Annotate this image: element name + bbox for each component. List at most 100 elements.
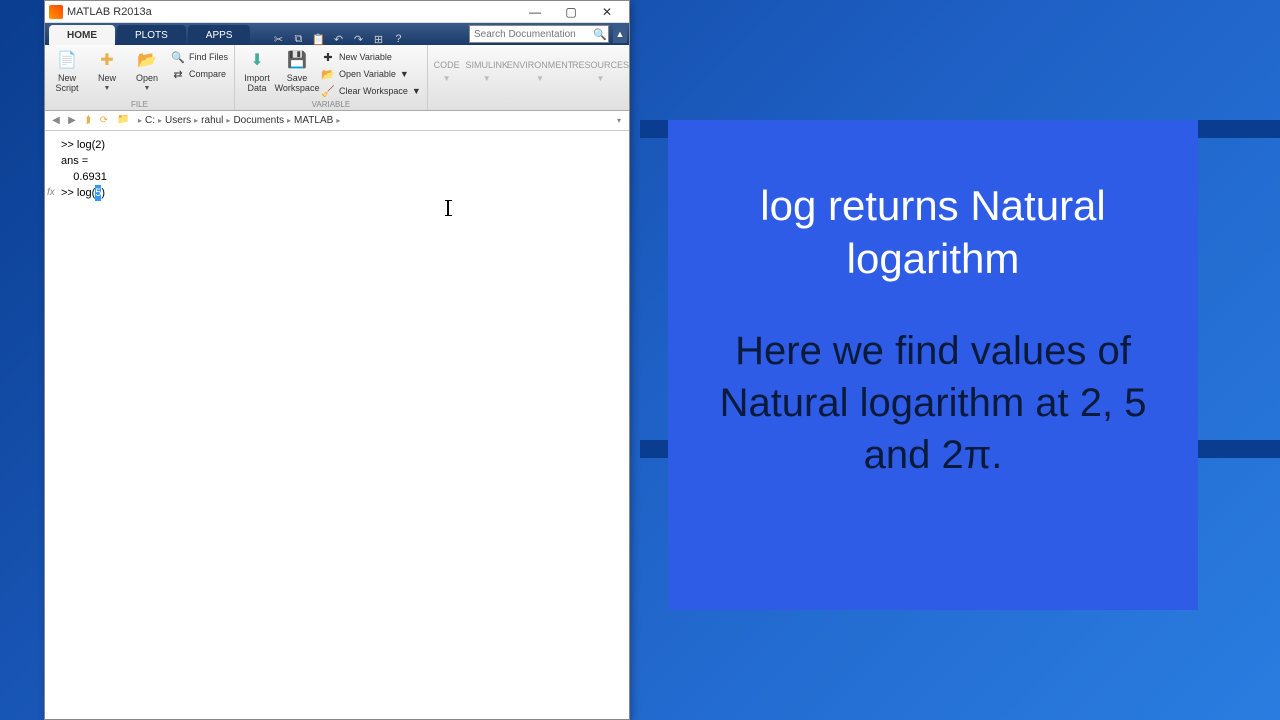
tab-apps[interactable]: APPS xyxy=(188,25,251,45)
command-window[interactable]: >> log(2) ans = 0.6931 fx >> log(5) xyxy=(45,131,629,719)
chevron-down-icon: ▼ xyxy=(536,74,544,83)
group-label-file: FILE xyxy=(49,98,230,110)
save-icon: 💾 xyxy=(286,49,308,71)
new-script-label: New Script xyxy=(55,73,78,93)
new-icon: ✚ xyxy=(96,49,118,71)
find-files-button[interactable]: 🔍 Find Files xyxy=(169,49,230,65)
new-variable-button[interactable]: ✚ New Variable xyxy=(319,49,423,65)
ribbon-group-variable: ⬇ Import Data 💾 Save Workspace ✚ New Var… xyxy=(235,45,428,110)
new-script-button[interactable]: 📄 New Script xyxy=(49,47,85,93)
maximize-button[interactable]: ▢ xyxy=(553,1,589,23)
search-input[interactable] xyxy=(470,29,592,40)
clear-icon: 🧹 xyxy=(321,84,335,98)
cmd-line: ans = xyxy=(45,153,629,169)
chevron-down-icon: ▼ xyxy=(412,86,421,96)
resources-dropdown[interactable]: RESOURCES ▼ xyxy=(572,45,629,97)
info-overlay: log returns Natural logarithm Here we fi… xyxy=(668,120,1198,610)
open-variable-icon: 📂 xyxy=(321,67,335,81)
tab-plots[interactable]: PLOTS xyxy=(117,25,186,45)
breadcrumb-users[interactable]: Users xyxy=(165,115,191,126)
separator-icon: ▸ xyxy=(158,116,162,125)
chevron-down-icon: ▼ xyxy=(144,85,151,92)
cmd-line: >> log(2) xyxy=(45,137,629,153)
titlebar: MATLAB R2013a — ▢ ✕ xyxy=(45,1,629,23)
minimize-button[interactable]: — xyxy=(517,1,553,23)
import-data-button[interactable]: ⬇ Import Data xyxy=(239,47,275,93)
new-variable-icon: ✚ xyxy=(321,50,335,64)
new-script-icon: 📄 xyxy=(56,49,78,71)
collapse-ribbon-button[interactable]: ▲ xyxy=(613,25,627,43)
cmd-line: 0.6931 xyxy=(45,169,629,185)
separator-icon: ▸ xyxy=(226,116,230,125)
redo-icon[interactable]: ↷ xyxy=(352,33,364,45)
path-dropdown-button[interactable]: ▾ xyxy=(617,116,625,125)
copy-icon[interactable]: ⧉ xyxy=(292,33,304,45)
ribbon-tabs: HOME PLOTS APPS ✂ ⧉ 📋 ↶ ↷ ⊞ ? 🔍 ▲ xyxy=(45,23,629,45)
ribbon-group-file: 📄 New Script ✚ New ▼ 📂 Open ▼ 🔍 Find F xyxy=(45,45,235,110)
new-button[interactable]: ✚ New ▼ xyxy=(89,47,125,92)
chevron-down-icon: ▼ xyxy=(597,74,605,83)
simulink-label: SIMULINK xyxy=(465,60,508,70)
window-title: MATLAB R2013a xyxy=(67,6,517,18)
open-var-label: Open Variable xyxy=(339,69,396,79)
cmd-current-line[interactable]: fx >> log(5) xyxy=(45,185,629,201)
separator-icon: ▸ xyxy=(287,116,291,125)
environment-label: ENVIRONMENT xyxy=(507,60,574,70)
clear-workspace-button[interactable]: 🧹 Clear Workspace ▼ xyxy=(319,83,423,99)
code-dropdown[interactable]: CODE ▼ xyxy=(428,45,466,97)
browse-button[interactable]: ⟳ xyxy=(97,114,111,128)
tab-home[interactable]: HOME xyxy=(49,25,115,45)
separator-icon: ▸ xyxy=(138,116,142,125)
paste-icon[interactable]: 📋 xyxy=(312,33,324,45)
separator-icon: ▸ xyxy=(194,116,198,125)
simulink-dropdown[interactable]: SIMULINK ▼ xyxy=(465,45,508,97)
chevron-down-icon: ▼ xyxy=(483,74,491,83)
search-icon[interactable]: 🔍 xyxy=(592,28,608,41)
matlab-logo-icon xyxy=(49,5,63,19)
open-icon: 📂 xyxy=(136,49,158,71)
prompt: >> xyxy=(61,185,77,201)
close-button[interactable]: ✕ xyxy=(589,1,625,23)
breadcrumb-matlab[interactable]: MATLAB xyxy=(294,115,333,126)
cut-icon[interactable]: ✂ xyxy=(272,33,284,45)
breadcrumb-documents[interactable]: Documents xyxy=(233,115,284,126)
search-box[interactable]: 🔍 xyxy=(469,25,609,43)
chevron-down-icon: ▼ xyxy=(400,69,409,79)
folder-icon: 📁 xyxy=(117,114,131,128)
compare-label: Compare xyxy=(189,69,226,79)
switch-windows-icon[interactable]: ⊞ xyxy=(372,33,384,45)
resources-label: RESOURCES xyxy=(572,60,629,70)
forward-button[interactable]: ▶ xyxy=(65,114,79,128)
group-label-variable: VARIABLE xyxy=(239,99,423,110)
breadcrumb-drive[interactable]: C: xyxy=(145,115,155,126)
clear-ws-label: Clear Workspace xyxy=(339,86,408,96)
cmd-text-before: log( xyxy=(77,185,95,201)
address-bar: ◀ ▶ ⮭ ⟳ 📁 ▸ C: ▸ Users ▸ rahul ▸ Documen… xyxy=(45,111,629,131)
back-button[interactable]: ◀ xyxy=(49,114,63,128)
undo-icon[interactable]: ↶ xyxy=(332,33,344,45)
code-label: CODE xyxy=(434,60,460,70)
environment-dropdown[interactable]: ENVIRONMENT ▼ xyxy=(508,45,572,97)
save-ws-label: Save Workspace xyxy=(275,73,320,93)
import-icon: ⬇ xyxy=(246,49,268,71)
chevron-down-icon: ▼ xyxy=(443,74,451,83)
new-var-label: New Variable xyxy=(339,52,392,62)
up-button[interactable]: ⮭ xyxy=(81,114,95,128)
ribbon: 📄 New Script ✚ New ▼ 📂 Open ▼ 🔍 Find F xyxy=(45,45,629,111)
quick-access-toolbar: ✂ ⧉ 📋 ↶ ↷ ⊞ ? xyxy=(272,33,404,45)
open-label: Open xyxy=(136,73,158,83)
text-cursor-icon xyxy=(447,201,449,215)
separator-icon: ▸ xyxy=(336,116,340,125)
save-workspace-button[interactable]: 💾 Save Workspace xyxy=(279,47,315,93)
new-label: New xyxy=(98,73,116,83)
import-label: Import Data xyxy=(244,73,270,93)
chevron-down-icon: ▼ xyxy=(104,85,111,92)
compare-button[interactable]: ⇄ Compare xyxy=(169,66,230,82)
overlay-body: Here we find values of Natural logarithm… xyxy=(698,325,1168,481)
breadcrumb-user[interactable]: rahul xyxy=(201,115,223,126)
open-button[interactable]: 📂 Open ▼ xyxy=(129,47,165,92)
help-icon[interactable]: ? xyxy=(392,33,404,45)
open-variable-button[interactable]: 📂 Open Variable ▼ xyxy=(319,66,423,82)
fx-icon[interactable]: fx xyxy=(47,185,55,201)
overlay-heading: log returns Natural logarithm xyxy=(698,180,1168,285)
